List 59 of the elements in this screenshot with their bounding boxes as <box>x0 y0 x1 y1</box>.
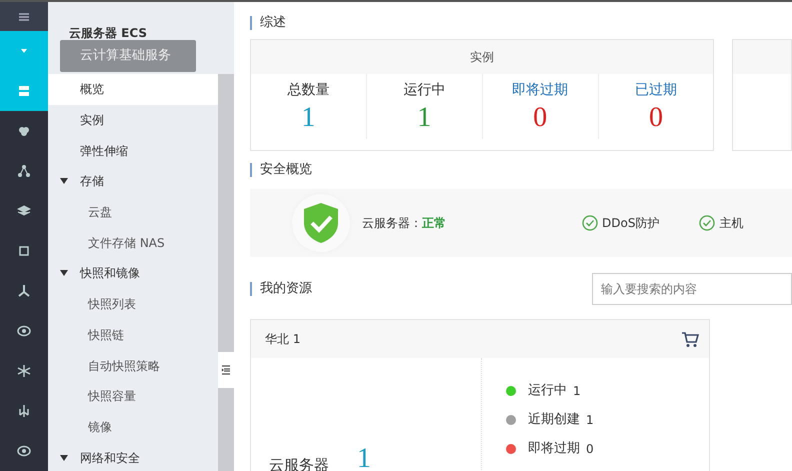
section-title: 安全概览 <box>250 163 792 177</box>
stat-link[interactable]: 已过期 <box>598 80 714 101</box>
sidebar-item[interactable]: 弹性伸缩 <box>48 135 218 166</box>
section-title: 我的资源 <box>250 282 312 296</box>
security-status: 云服务器：正常 <box>362 215 447 232</box>
status-count: 1 <box>573 382 581 400</box>
search-field[interactable]: 输入要搜索的内容 <box>592 273 792 305</box>
cart-icon <box>681 332 699 348</box>
eye-icon <box>17 444 31 458</box>
star-icon <box>17 364 31 378</box>
chip-icon <box>17 244 31 258</box>
stat-link[interactable]: 即将过期 <box>482 80 598 101</box>
cart-button[interactable] <box>681 330 699 348</box>
shield-check-icon <box>301 201 341 245</box>
section-title: 综述 <box>250 16 792 30</box>
card-title: 实例 <box>251 40 714 74</box>
check-circle-icon <box>699 215 716 231</box>
sidebar-item[interactable]: 镜像 <box>48 412 218 442</box>
tooltip: 云计算基础服务 <box>60 40 196 72</box>
stat-label: 运行中 <box>402 81 446 100</box>
check-circle-icon <box>582 215 598 231</box>
stat-value: 1 <box>300 101 316 135</box>
sidebar-item[interactable]: 快照容量 <box>48 380 218 412</box>
check-label: DDoS防护 <box>602 215 660 232</box>
stat-value: 0 <box>648 101 664 135</box>
rail-button[interactable] <box>0 2 48 32</box>
stat-label: 总数量 <box>286 81 330 100</box>
sidebar-item[interactable]: 存储 <box>48 166 218 197</box>
sidebar-item[interactable]: 实例 <box>48 104 218 136</box>
sidebar-title: 云服务器 ECS <box>69 26 148 40</box>
collapse-button[interactable] <box>218 352 234 388</box>
list-icon <box>221 365 231 375</box>
status-count: 0 <box>586 440 594 458</box>
stat-value: 1 <box>416 101 432 135</box>
cloud-icon <box>17 124 31 138</box>
resource-count: 1 <box>357 442 371 471</box>
status-label: 运行中 <box>528 382 567 400</box>
layers-icon <box>17 204 31 218</box>
expanded-icon <box>60 454 68 461</box>
sidebar-item[interactable]: 文件存储 NAS <box>48 227 218 258</box>
sidebar-item[interactable]: 网络和安全 <box>48 442 218 471</box>
expanded-icon <box>60 178 68 184</box>
sidebar-item[interactable]: 概览 <box>48 74 218 105</box>
region-name: 华北 1 <box>265 331 300 348</box>
sidebar-item[interactable]: 快照链 <box>48 320 218 350</box>
server-icon <box>17 84 31 98</box>
fork-icon <box>17 284 31 298</box>
stat-value: 0 <box>532 101 548 135</box>
status-count: 1 <box>586 412 594 428</box>
status-label: 近期创建 <box>528 410 580 429</box>
network-icon <box>17 164 31 178</box>
check-label: 主机 <box>719 215 744 232</box>
sidebar-item[interactable]: 快照列表 <box>48 288 218 320</box>
eye-icon <box>17 324 31 338</box>
sidebar-item[interactable]: 云盘 <box>48 196 218 228</box>
sidebar-item[interactable]: 快照和镜像 <box>48 258 218 289</box>
sidebar-item[interactable]: 自动快照策略 <box>48 350 218 381</box>
status-label: 即将过期 <box>528 440 580 458</box>
expanded-icon <box>60 270 68 276</box>
